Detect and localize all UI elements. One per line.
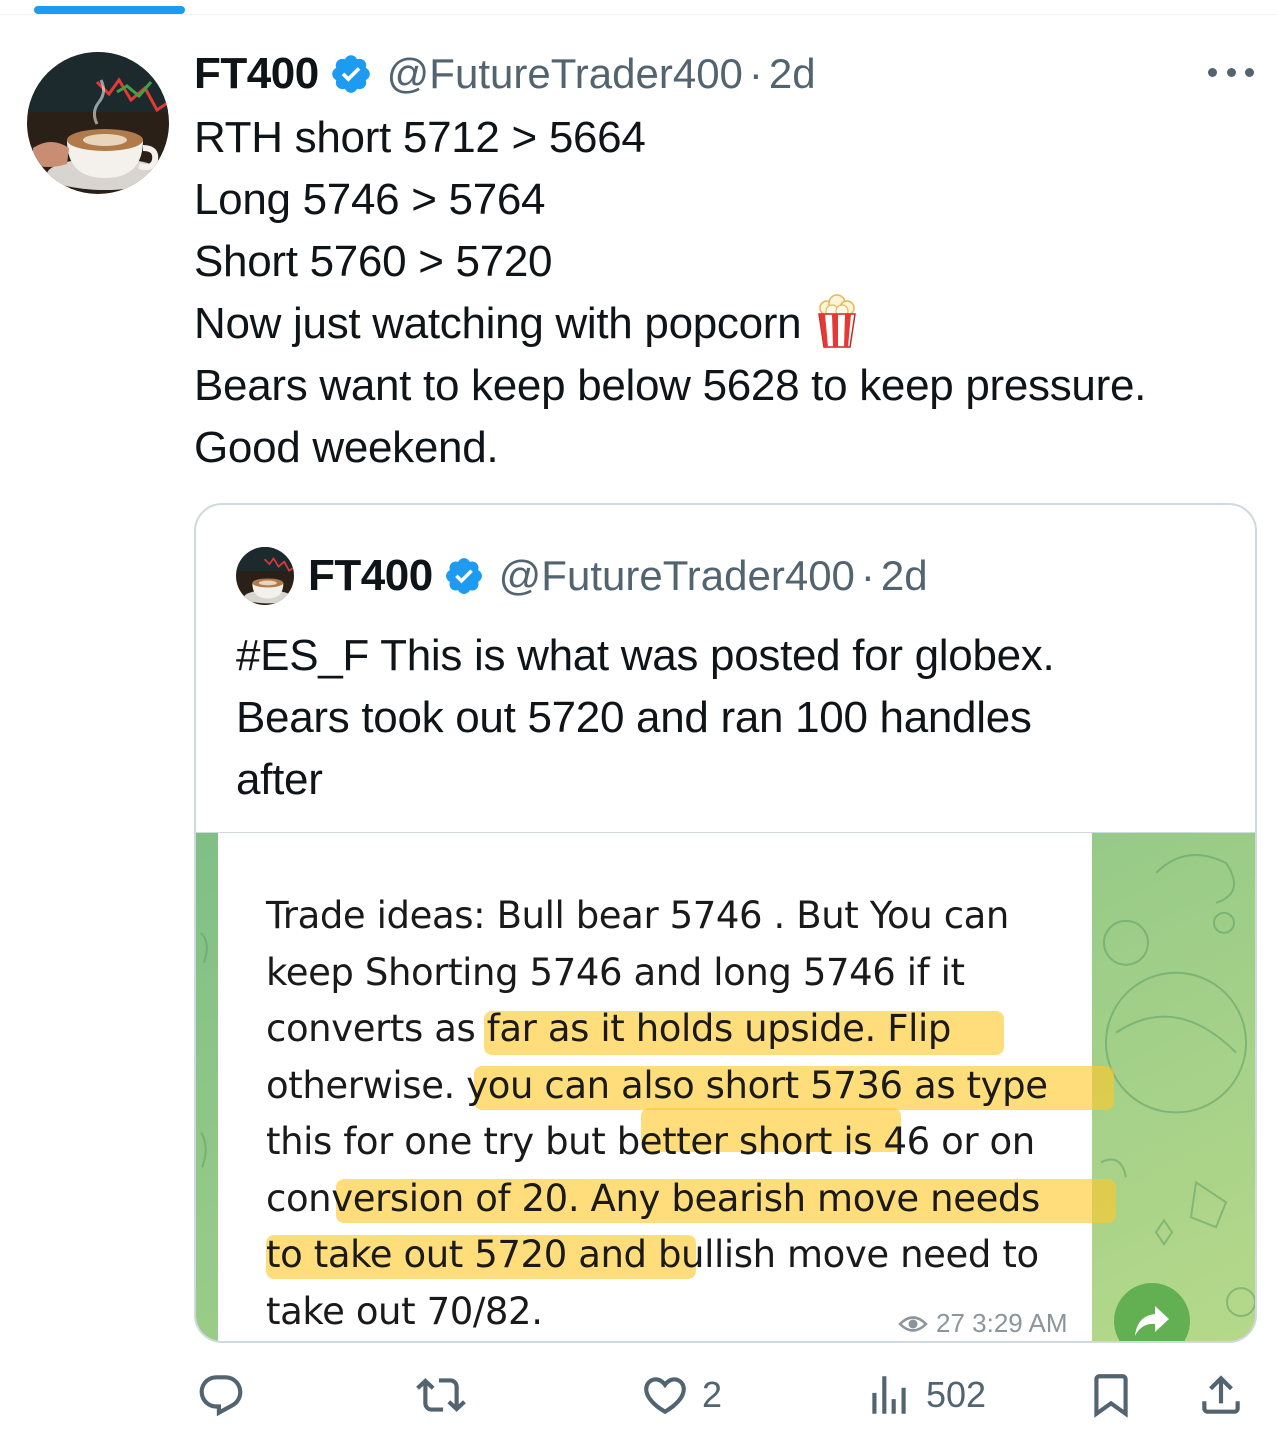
- message-line-text: conversion of 20. Any bearish move needs: [266, 1176, 1040, 1220]
- repost-icon: [416, 1378, 466, 1412]
- message-line: otherwise. you can also short 5736 as ty…: [266, 1058, 1114, 1115]
- tweet-line: Good weekend.: [194, 423, 499, 472]
- message-meta: 27 3:29 AM: [898, 1308, 1068, 1339]
- heart-icon: [644, 1377, 686, 1415]
- quoted-tweet-header: FT400 @FutureTrader400 · 2d: [236, 545, 928, 607]
- quoted-line: #ES_F This is what was posted for globex…: [236, 631, 1055, 680]
- meta-spacer: [965, 1308, 972, 1339]
- message-line: converts as far as it holds upside. Flip: [266, 1001, 1096, 1058]
- more-options-icon[interactable]: [1208, 64, 1254, 80]
- views-count: 502: [926, 1374, 987, 1415]
- eye-icon: [898, 1313, 928, 1335]
- message-line-text: to take out 5720 and bullish move need t…: [266, 1233, 1039, 1276]
- tweet-header: FT400 @FutureTrader400 · 2d: [194, 44, 816, 104]
- quoted-avatar: [236, 547, 294, 605]
- quoted-author-handle: @FutureTrader400: [498, 552, 855, 599]
- bookmark-icon: [1094, 1374, 1128, 1418]
- tweet-actions: 2 502: [0, 1355, 1277, 1435]
- chat-message-text: Trade ideas: Bull bear 5746 . But You ca…: [266, 888, 1116, 1340]
- timestamp[interactable]: 2d: [769, 50, 816, 98]
- separator-dot: ·: [748, 50, 763, 97]
- avatar[interactable]: [27, 52, 169, 194]
- tweet-line: Short 5760 > 5720: [194, 237, 553, 286]
- tweet-line: Bears want to keep below 5628 to keep pr…: [194, 361, 1147, 410]
- reply-icon: [199, 1375, 243, 1417]
- verified-badge-icon: [443, 555, 485, 597]
- avatar-image: [27, 52, 169, 194]
- message-line: to take out 5720 and bullish move need t…: [266, 1227, 1096, 1284]
- message-line-text: otherwise. you can also short 5736 as ty…: [266, 1063, 1048, 1107]
- bookmark-button[interactable]: [1086, 1367, 1136, 1423]
- message-line: this for one try but better short is 46 …: [266, 1108, 1096, 1171]
- message-line: keep Shorting 5746 and long 5746 if it: [266, 950, 965, 994]
- quoted-timestamp: 2d: [880, 552, 928, 599]
- views-icon: [872, 1376, 906, 1414]
- message-line-text: this for one try but better short is 46 …: [266, 1120, 1035, 1163]
- share-icon: [1202, 1375, 1240, 1414]
- tweet-line-popcorn: Now just watching with popcorn: [194, 293, 1264, 355]
- like-count: 2: [702, 1374, 723, 1415]
- active-tab-indicator: [34, 6, 185, 14]
- quoted-line: Bears took out 5720 and ran 100 handles: [236, 693, 1032, 742]
- message-line: Trade ideas: Bull bear 5746 . But You ca…: [266, 894, 1009, 937]
- forward-icon: [1135, 1306, 1169, 1336]
- message-views: 27: [936, 1308, 965, 1338]
- tweet-line: RTH short 5712 > 5664: [194, 113, 646, 162]
- quoted-line: after: [236, 755, 323, 804]
- divider: [0, 14, 1277, 15]
- chat-message-bubble: Trade ideas: Bull bear 5746 . But You ca…: [218, 833, 1116, 1341]
- message-line-text: converts as far as it holds upside. Flip: [266, 1007, 951, 1050]
- verified-badge-icon: [329, 52, 373, 96]
- message-line: conversion of 20. Any bearish move needs: [266, 1171, 1116, 1228]
- tweet-line-text: Now just watching with popcorn: [194, 299, 802, 348]
- repost-button[interactable]: [416, 1367, 466, 1423]
- author-name[interactable]: FT400: [194, 49, 319, 99]
- views-button[interactable]: 502: [864, 1367, 986, 1423]
- popcorn-icon: [815, 294, 859, 348]
- quoted-author-name: FT400: [308, 551, 433, 600]
- separator-dot: ·: [860, 552, 875, 599]
- tweet-body: RTH short 5712 > 5664 Long 5746 > 5764 S…: [194, 107, 1264, 479]
- quoted-tweet-card[interactable]: FT400 @FutureTrader400 · 2d #ES_F This i…: [194, 503, 1257, 1343]
- quoted-media-image[interactable]: Trade ideas: Bull bear 5746 . But You ca…: [196, 832, 1255, 1341]
- reply-button[interactable]: [196, 1367, 246, 1423]
- like-button[interactable]: 2: [640, 1367, 722, 1423]
- author-handle[interactable]: @FutureTrader400: [387, 50, 743, 98]
- share-button[interactable]: [1196, 1367, 1246, 1423]
- message-time: 3:29 AM: [972, 1308, 1068, 1338]
- quoted-tweet-body: #ES_F This is what was posted for globex…: [236, 625, 1236, 811]
- tweet-line: Long 5746 > 5764: [194, 175, 546, 224]
